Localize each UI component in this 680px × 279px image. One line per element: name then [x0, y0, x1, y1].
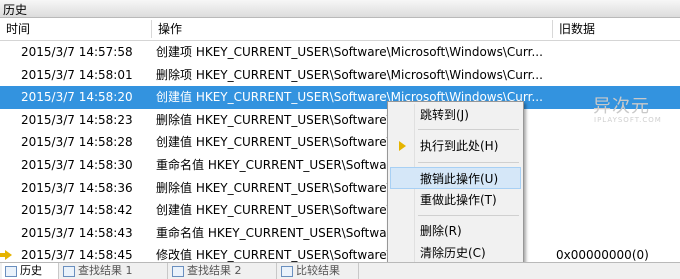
tab-label: 查找结果 2 [187, 264, 242, 277]
history-row[interactable]: 2015/3/7 14:58:36 删除值 HKEY_CURRENT_USER\S… [0, 177, 680, 200]
tab-label: 查找结果 1 [78, 264, 133, 277]
history-row[interactable]: 2015/3/7 14:57:58 创建项 HKEY_CURRENT_USER\S… [0, 41, 680, 64]
current-position-arrow-icon [0, 250, 12, 261]
watermark-logo: 异次元 [593, 96, 650, 117]
tab-3[interactable]: 比较结果 [278, 263, 359, 279]
menu-item-delete[interactable]: 删除(R) [390, 220, 521, 242]
window-titlebar: 历史 [0, 0, 680, 18]
history-list: 2015/3/7 14:57:58 创建项 HKEY_CURRENT_USER\S… [0, 41, 680, 267]
list-header: 时间 操作 旧数据 [0, 18, 680, 41]
history-time: 2015/3/7 14:58:01 [21, 67, 133, 82]
menu-item-jump[interactable]: 跳转到(J) [390, 104, 521, 126]
menu-item-label: 重做此操作(T) [420, 193, 497, 207]
menu-item-execute-to-here[interactable]: 执行到此处(H) [390, 135, 521, 157]
history-row[interactable]: 2015/3/7 14:58:42 创建值 HKEY_CURRENT_USER\S… [0, 199, 680, 222]
menu-item-label: 执行到此处(H) [420, 139, 499, 153]
bottom-tab-bar: 历史 查找结果 1 查找结果 2 比较结果 [0, 262, 680, 279]
history-time: 2015/3/7 14:58:42 [21, 203, 133, 218]
tab-0[interactable]: 历史 [2, 263, 59, 279]
history-time: 2015/3/7 14:58:23 [21, 112, 133, 127]
tab-icon [5, 266, 17, 277]
history-operation: 删除项 HKEY_CURRENT_USER\Software\Microsoft… [156, 67, 542, 82]
menu-item-label: 清除历史(C) [420, 246, 486, 260]
window-title: 历史 [3, 3, 28, 17]
tab-1[interactable]: 查找结果 1 [60, 263, 168, 279]
history-time: 2015/3/7 14:58:43 [21, 225, 133, 240]
menu-item-undo-this[interactable]: 撤销此操作(U) [390, 167, 521, 189]
menu-item-label: 撤销此操作(U) [420, 172, 499, 186]
menu-item-redo-this[interactable]: 重做此操作(T) [390, 189, 521, 211]
history-row[interactable]: 2015/3/7 14:58:23 删除值 HKEY_CURRENT_USER\S… [0, 109, 680, 132]
column-header-operation[interactable]: 操作 [152, 18, 548, 40]
menu-separator [418, 215, 519, 216]
tab-label: 历史 [20, 264, 42, 277]
menu-item-clear-history[interactable]: 清除历史(C) [390, 242, 521, 264]
menu-separator [418, 129, 519, 130]
tab-2[interactable]: 查找结果 2 [169, 263, 277, 279]
menu-separator [418, 162, 519, 163]
history-time: 2015/3/7 14:58:28 [21, 135, 133, 150]
tab-label: 比较结果 [296, 264, 340, 277]
column-header-old-data[interactable]: 旧数据 [553, 18, 679, 40]
history-row[interactable]: 2015/3/7 14:58:30 重命名值 HKEY_CURRENT_USER\… [0, 154, 680, 177]
history-row[interactable]: 2015/3/7 14:58:20 创建值 HKEY_CURRENT_USER\S… [0, 86, 680, 109]
menu-item-label: 删除(R) [420, 224, 462, 238]
tab-icon [63, 266, 75, 277]
history-row[interactable]: 2015/3/7 14:58:43 重命名值 HKEY_CURRENT_USER\… [0, 222, 680, 245]
tab-icon [172, 266, 184, 277]
history-operation: 创建项 HKEY_CURRENT_USER\Software\Microsoft… [156, 45, 542, 59]
watermark-subtitle: IPLAYSOFT.COM [594, 116, 662, 124]
history-time: 2015/3/7 14:58:20 [21, 90, 133, 105]
context-menu: 跳转到(J) 执行到此处(H) 撤销此操作(U) 重做此操作(T) 删除(R) … [387, 101, 524, 269]
history-time: 2015/3/7 14:58:30 [21, 157, 133, 172]
history-time: 2015/3/7 14:57:58 [21, 45, 133, 59]
arrow-right-icon [399, 141, 406, 151]
tab-icon [281, 266, 293, 277]
history-row[interactable]: 2015/3/7 14:58:28 创建值 HKEY_CURRENT_USER\S… [0, 131, 680, 154]
column-header-time[interactable]: 时间 [0, 18, 152, 40]
menu-item-label: 跳转到(J) [420, 108, 469, 122]
history-row[interactable]: 2015/3/7 14:58:01 删除项 HKEY_CURRENT_USER\S… [0, 64, 680, 87]
history-time: 2015/3/7 14:58:36 [21, 180, 133, 195]
